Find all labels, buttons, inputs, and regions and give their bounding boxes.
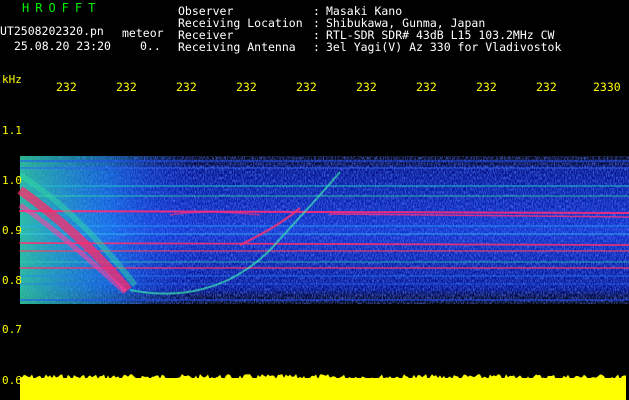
meteor-count: 0.. xyxy=(140,39,161,53)
noise-bar xyxy=(20,374,626,400)
x-tick: 232 xyxy=(296,80,317,94)
x-tick: 232 xyxy=(176,80,197,94)
x-tick: 2330 xyxy=(593,80,621,94)
x-tick: 232 xyxy=(116,80,137,94)
app-brand: HROFFT xyxy=(22,1,102,15)
y-tick: 0.8 xyxy=(2,274,22,287)
y-tick: 0.7 xyxy=(2,323,22,336)
hrofft-screen: HROFFT UT2508202320.pn meteor 25.08.20 2… xyxy=(0,0,629,400)
x-tick: 232 xyxy=(236,80,257,94)
x-tick: 232 xyxy=(56,80,77,94)
spectrogram xyxy=(17,156,629,400)
y-tick: 0.9 xyxy=(2,224,22,237)
y-tick: 0.6 xyxy=(2,374,22,387)
x-tick: 232 xyxy=(476,80,497,94)
file-name: UT2508202320.pn xyxy=(0,24,104,38)
x-tick: 232 xyxy=(416,80,437,94)
station-value-antenna: 3el Yagi(V) Az 330 for Vladivostok xyxy=(326,40,562,54)
station-sep: : xyxy=(313,40,320,54)
y-axis-unit: kHz xyxy=(2,73,22,86)
x-tick: 232 xyxy=(356,80,377,94)
y-tick: 1.1 xyxy=(2,124,22,137)
station-label-antenna: Receiving Antenna xyxy=(178,40,296,54)
meteor-label: meteor xyxy=(122,26,164,40)
timestamp: 25.08.20 23:20 xyxy=(14,39,111,53)
y-tick: 1.0 xyxy=(2,174,22,187)
x-tick: 232 xyxy=(536,80,557,94)
